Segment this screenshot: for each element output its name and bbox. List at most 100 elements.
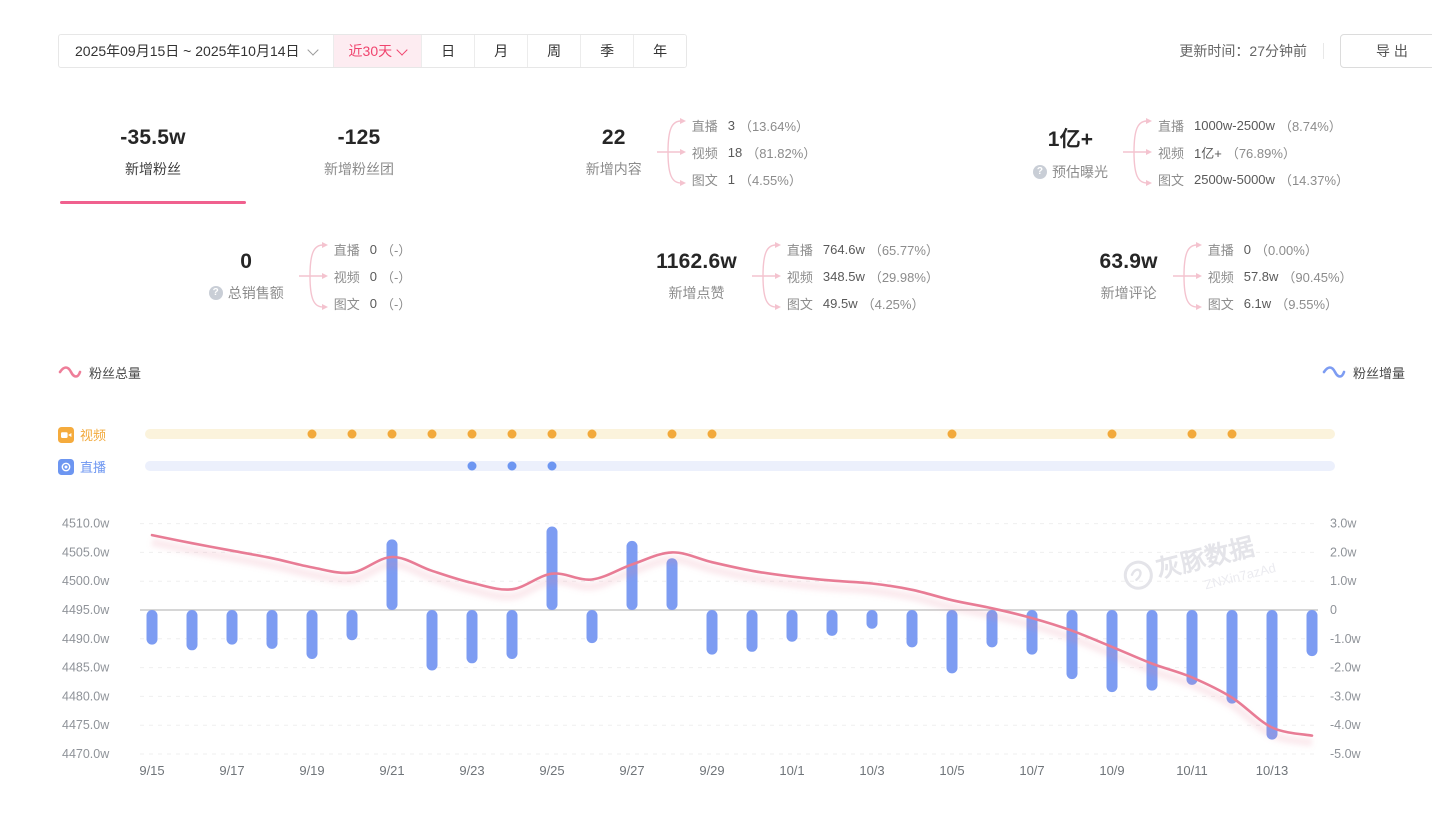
legend-fans-delta-label: 粉丝增量 bbox=[1353, 363, 1405, 382]
bar-10/13[interactable] bbox=[1267, 610, 1278, 740]
bar-10/8[interactable] bbox=[1067, 610, 1078, 679]
content-dot-9/25[interactable] bbox=[548, 430, 557, 439]
right-axis-tick: -3.0w bbox=[1330, 689, 1362, 703]
stat-label: 新增粉丝 bbox=[120, 159, 185, 179]
bar-10/2[interactable] bbox=[827, 610, 838, 636]
right-axis-tick: 0 bbox=[1330, 603, 1337, 617]
bar-9/24[interactable] bbox=[507, 610, 518, 659]
legend-fans-total[interactable]: 粉丝总量 bbox=[58, 363, 141, 382]
x-axis-tick: 10/3 bbox=[859, 763, 884, 778]
fans-trend-chart[interactable]: 4510.0w3.0w4505.0w2.0w4500.0w1.0w4495.0w… bbox=[0, 498, 1432, 814]
content-dot-9/28[interactable] bbox=[668, 430, 677, 439]
help-icon[interactable]: ? bbox=[209, 286, 223, 300]
bar-10/14[interactable] bbox=[1307, 610, 1318, 656]
x-axis-tick: 10/1 bbox=[779, 763, 804, 778]
left-axis-tick: 4485.0w bbox=[62, 661, 110, 675]
breakdown-row-视频: 视频1亿+（76.89%） bbox=[1158, 139, 1349, 166]
bar-10/5[interactable] bbox=[947, 610, 958, 673]
content-dot-9/21[interactable] bbox=[388, 430, 397, 439]
stat-card-预估曝光[interactable]: 1亿+ ?预估曝光 直播1000w-2500w（8.74%） 视频1亿+（76.… bbox=[950, 100, 1432, 204]
bar-10/11[interactable] bbox=[1187, 610, 1198, 685]
bar-9/17[interactable] bbox=[227, 610, 238, 645]
content-dot-10/5[interactable] bbox=[948, 430, 957, 439]
breakdown-row-图文: 图文0（-） bbox=[334, 290, 412, 317]
stat-card-新增点赞[interactable]: 1162.6w 新增点赞 直播764.6w（65.77%） 视频348.5w（2… bbox=[590, 224, 1005, 328]
bar-10/1[interactable] bbox=[787, 610, 798, 642]
content-dot-9/24[interactable] bbox=[508, 430, 517, 439]
content-dot-10/11[interactable] bbox=[1188, 430, 1197, 439]
stat-card-新增评论[interactable]: 63.9w 新增评论 直播0（0.00%） 视频57.8w（90.45%） 图文… bbox=[1020, 224, 1432, 328]
bar-10/12[interactable] bbox=[1227, 610, 1238, 704]
bar-9/25[interactable] bbox=[547, 527, 558, 611]
stat-value-block: 22 新增内容 bbox=[586, 126, 642, 179]
stat-value: -35.5w bbox=[120, 126, 185, 150]
x-axis-tick: 9/19 bbox=[299, 763, 324, 778]
bar-9/19[interactable] bbox=[307, 610, 318, 659]
quick-range-button[interactable]: 近30天 bbox=[334, 35, 422, 67]
fans-total-line[interactable] bbox=[152, 535, 1312, 736]
export-button[interactable]: 导 出 bbox=[1340, 34, 1432, 68]
bar-9/15[interactable] bbox=[147, 610, 158, 645]
blue-wave-icon bbox=[1322, 365, 1346, 379]
stat-value-block: 1162.6w 新增点赞 bbox=[656, 250, 737, 303]
content-dot-9/25[interactable] bbox=[548, 462, 557, 471]
content-dot-9/23[interactable] bbox=[468, 430, 477, 439]
bar-9/29[interactable] bbox=[707, 610, 718, 655]
date-range-selector[interactable]: 2025年09月15日 ~ 2025年10月14日 bbox=[59, 35, 334, 67]
period-tab-周[interactable]: 周 bbox=[527, 35, 580, 67]
stat-value-block: -125 新增粉丝团 bbox=[324, 126, 394, 179]
bar-9/30[interactable] bbox=[747, 610, 758, 652]
content-dot-10/9[interactable] bbox=[1108, 430, 1117, 439]
x-axis-tick: 10/5 bbox=[939, 763, 964, 778]
stat-card-总销售额[interactable]: 0 ?总销售额 直播0（-） 视频0（-） 图文0（-） bbox=[60, 224, 560, 328]
bracket-connector bbox=[749, 232, 781, 320]
bar-9/28[interactable] bbox=[667, 558, 678, 610]
chart-legend: 粉丝总量 粉丝增量 bbox=[58, 360, 1405, 384]
bar-9/18[interactable] bbox=[267, 610, 278, 649]
right-axis-tick: 2.0w bbox=[1330, 545, 1357, 559]
help-icon[interactable]: ? bbox=[1033, 165, 1047, 179]
period-tab-季[interactable]: 季 bbox=[580, 35, 633, 67]
content-dot-10/12[interactable] bbox=[1228, 430, 1237, 439]
bar-9/20[interactable] bbox=[347, 610, 358, 640]
bar-9/23[interactable] bbox=[467, 610, 478, 663]
fans-trend-plot[interactable]: 4510.0w3.0w4505.0w2.0w4500.0w1.0w4495.0w… bbox=[0, 498, 1432, 814]
breakdown-row-视频: 视频18（81.82%） bbox=[692, 139, 817, 166]
legend-fans-delta[interactable]: 粉丝增量 bbox=[1322, 363, 1405, 382]
stat-card-新增内容[interactable]: 22 新增内容 直播3（13.64%） 视频18（81.82%） 图文1（4.5… bbox=[470, 100, 932, 204]
live-timeline-row: 直播 bbox=[0, 455, 1432, 477]
left-axis-tick: 4510.0w bbox=[62, 517, 110, 531]
breakdown-row-直播: 直播1000w-2500w（8.74%） bbox=[1158, 112, 1349, 139]
stat-label: 新增评论 bbox=[1099, 283, 1157, 303]
x-axis-tick: 10/7 bbox=[1019, 763, 1044, 778]
bar-9/21[interactable] bbox=[387, 539, 398, 610]
bar-10/10[interactable] bbox=[1147, 610, 1158, 691]
fans-total-line-glow bbox=[152, 542, 1312, 743]
stat-breakdown: 直播764.6w（65.77%） 视频348.5w（29.98%） 图文49.5… bbox=[749, 232, 939, 320]
chevron-down-icon bbox=[307, 44, 318, 55]
content-dot-9/24[interactable] bbox=[508, 462, 517, 471]
x-axis-tick: 9/25 bbox=[539, 763, 564, 778]
content-dot-9/26[interactable] bbox=[588, 430, 597, 439]
content-dot-9/19[interactable] bbox=[308, 430, 317, 439]
right-axis-tick: -4.0w bbox=[1330, 718, 1362, 732]
period-tab-年[interactable]: 年 bbox=[633, 35, 686, 67]
bar-9/16[interactable] bbox=[187, 610, 198, 650]
stat-card-新增粉丝[interactable]: -35.5w 新增粉丝 bbox=[60, 100, 246, 204]
toolbar: 2025年09月15日 ~ 2025年10月14日 近30天 日月周季年 bbox=[58, 34, 687, 68]
content-dot-9/22[interactable] bbox=[428, 430, 437, 439]
content-dot-9/29[interactable] bbox=[708, 430, 717, 439]
content-dot-9/20[interactable] bbox=[348, 430, 357, 439]
stat-value: 22 bbox=[586, 126, 642, 150]
period-tab-月[interactable]: 月 bbox=[474, 35, 527, 67]
period-tab-日[interactable]: 日 bbox=[421, 35, 474, 67]
right-axis-tick: 3.0w bbox=[1330, 517, 1357, 531]
bar-10/3[interactable] bbox=[867, 610, 878, 629]
stat-card-新增粉丝团[interactable]: -125 新增粉丝团 bbox=[266, 100, 452, 204]
bar-9/26[interactable] bbox=[587, 610, 598, 643]
bar-10/4[interactable] bbox=[907, 610, 918, 647]
bar-9/22[interactable] bbox=[427, 610, 438, 671]
content-dot-9/23[interactable] bbox=[468, 462, 477, 471]
period-tabs: 日月周季年 bbox=[421, 35, 686, 67]
breakdown-row-直播: 直播0（-） bbox=[334, 236, 412, 263]
